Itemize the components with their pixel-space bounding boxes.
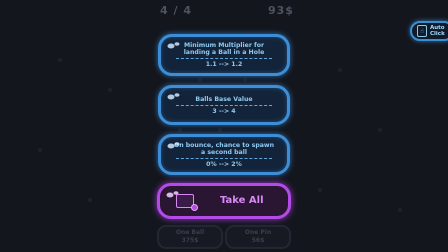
upgrade-divider <box>176 104 272 106</box>
buy-one-pin-label: One Pin <box>244 229 272 236</box>
shine-icon <box>167 93 180 100</box>
collect-icon <box>176 194 198 211</box>
upgrade-card-base-value[interactable]: Balls Base Value 3 --> 4 <box>158 85 290 125</box>
upgrade-card-min-multiplier[interactable]: Minimum Multiplier for landing a Ball in… <box>158 34 290 76</box>
upgrade-divider <box>176 58 272 59</box>
upgrade-values: 1.1 --> 1.2 <box>205 61 243 68</box>
buy-one-pin-button[interactable]: One Pin 56$ <box>225 225 291 249</box>
auto-click-button[interactable]: ☝ Auto Click <box>410 21 448 41</box>
take-all-label: Take All <box>220 195 264 206</box>
buy-one-ball-label: One Ball <box>175 229 205 236</box>
take-all-button[interactable]: Take All <box>157 183 291 219</box>
buy-one-pin-price: 56$ <box>251 237 265 244</box>
cursor-icon: ☝ <box>417 25 427 37</box>
ball-progress-counter: 4 / 4 <box>160 4 192 17</box>
auto-click-label: Auto Click <box>430 25 445 37</box>
buy-one-ball-button[interactable]: One Ball 375$ <box>157 225 223 249</box>
shine-icon <box>167 42 180 49</box>
shine-icon <box>167 142 180 149</box>
buy-one-ball-price: 375$ <box>181 237 199 244</box>
ball-icon <box>191 204 198 211</box>
upgrade-values: 3 --> 4 <box>212 107 236 115</box>
upgrade-divider <box>176 157 272 159</box>
upgrade-card-spawn-chance[interactable]: On bounce, chance to spawn a second ball… <box>158 134 290 175</box>
upgrade-values: 0% --> 2% <box>206 160 242 168</box>
upgrade-title: Balls Base Value <box>195 95 253 103</box>
money-counter: 93$ <box>268 4 294 17</box>
